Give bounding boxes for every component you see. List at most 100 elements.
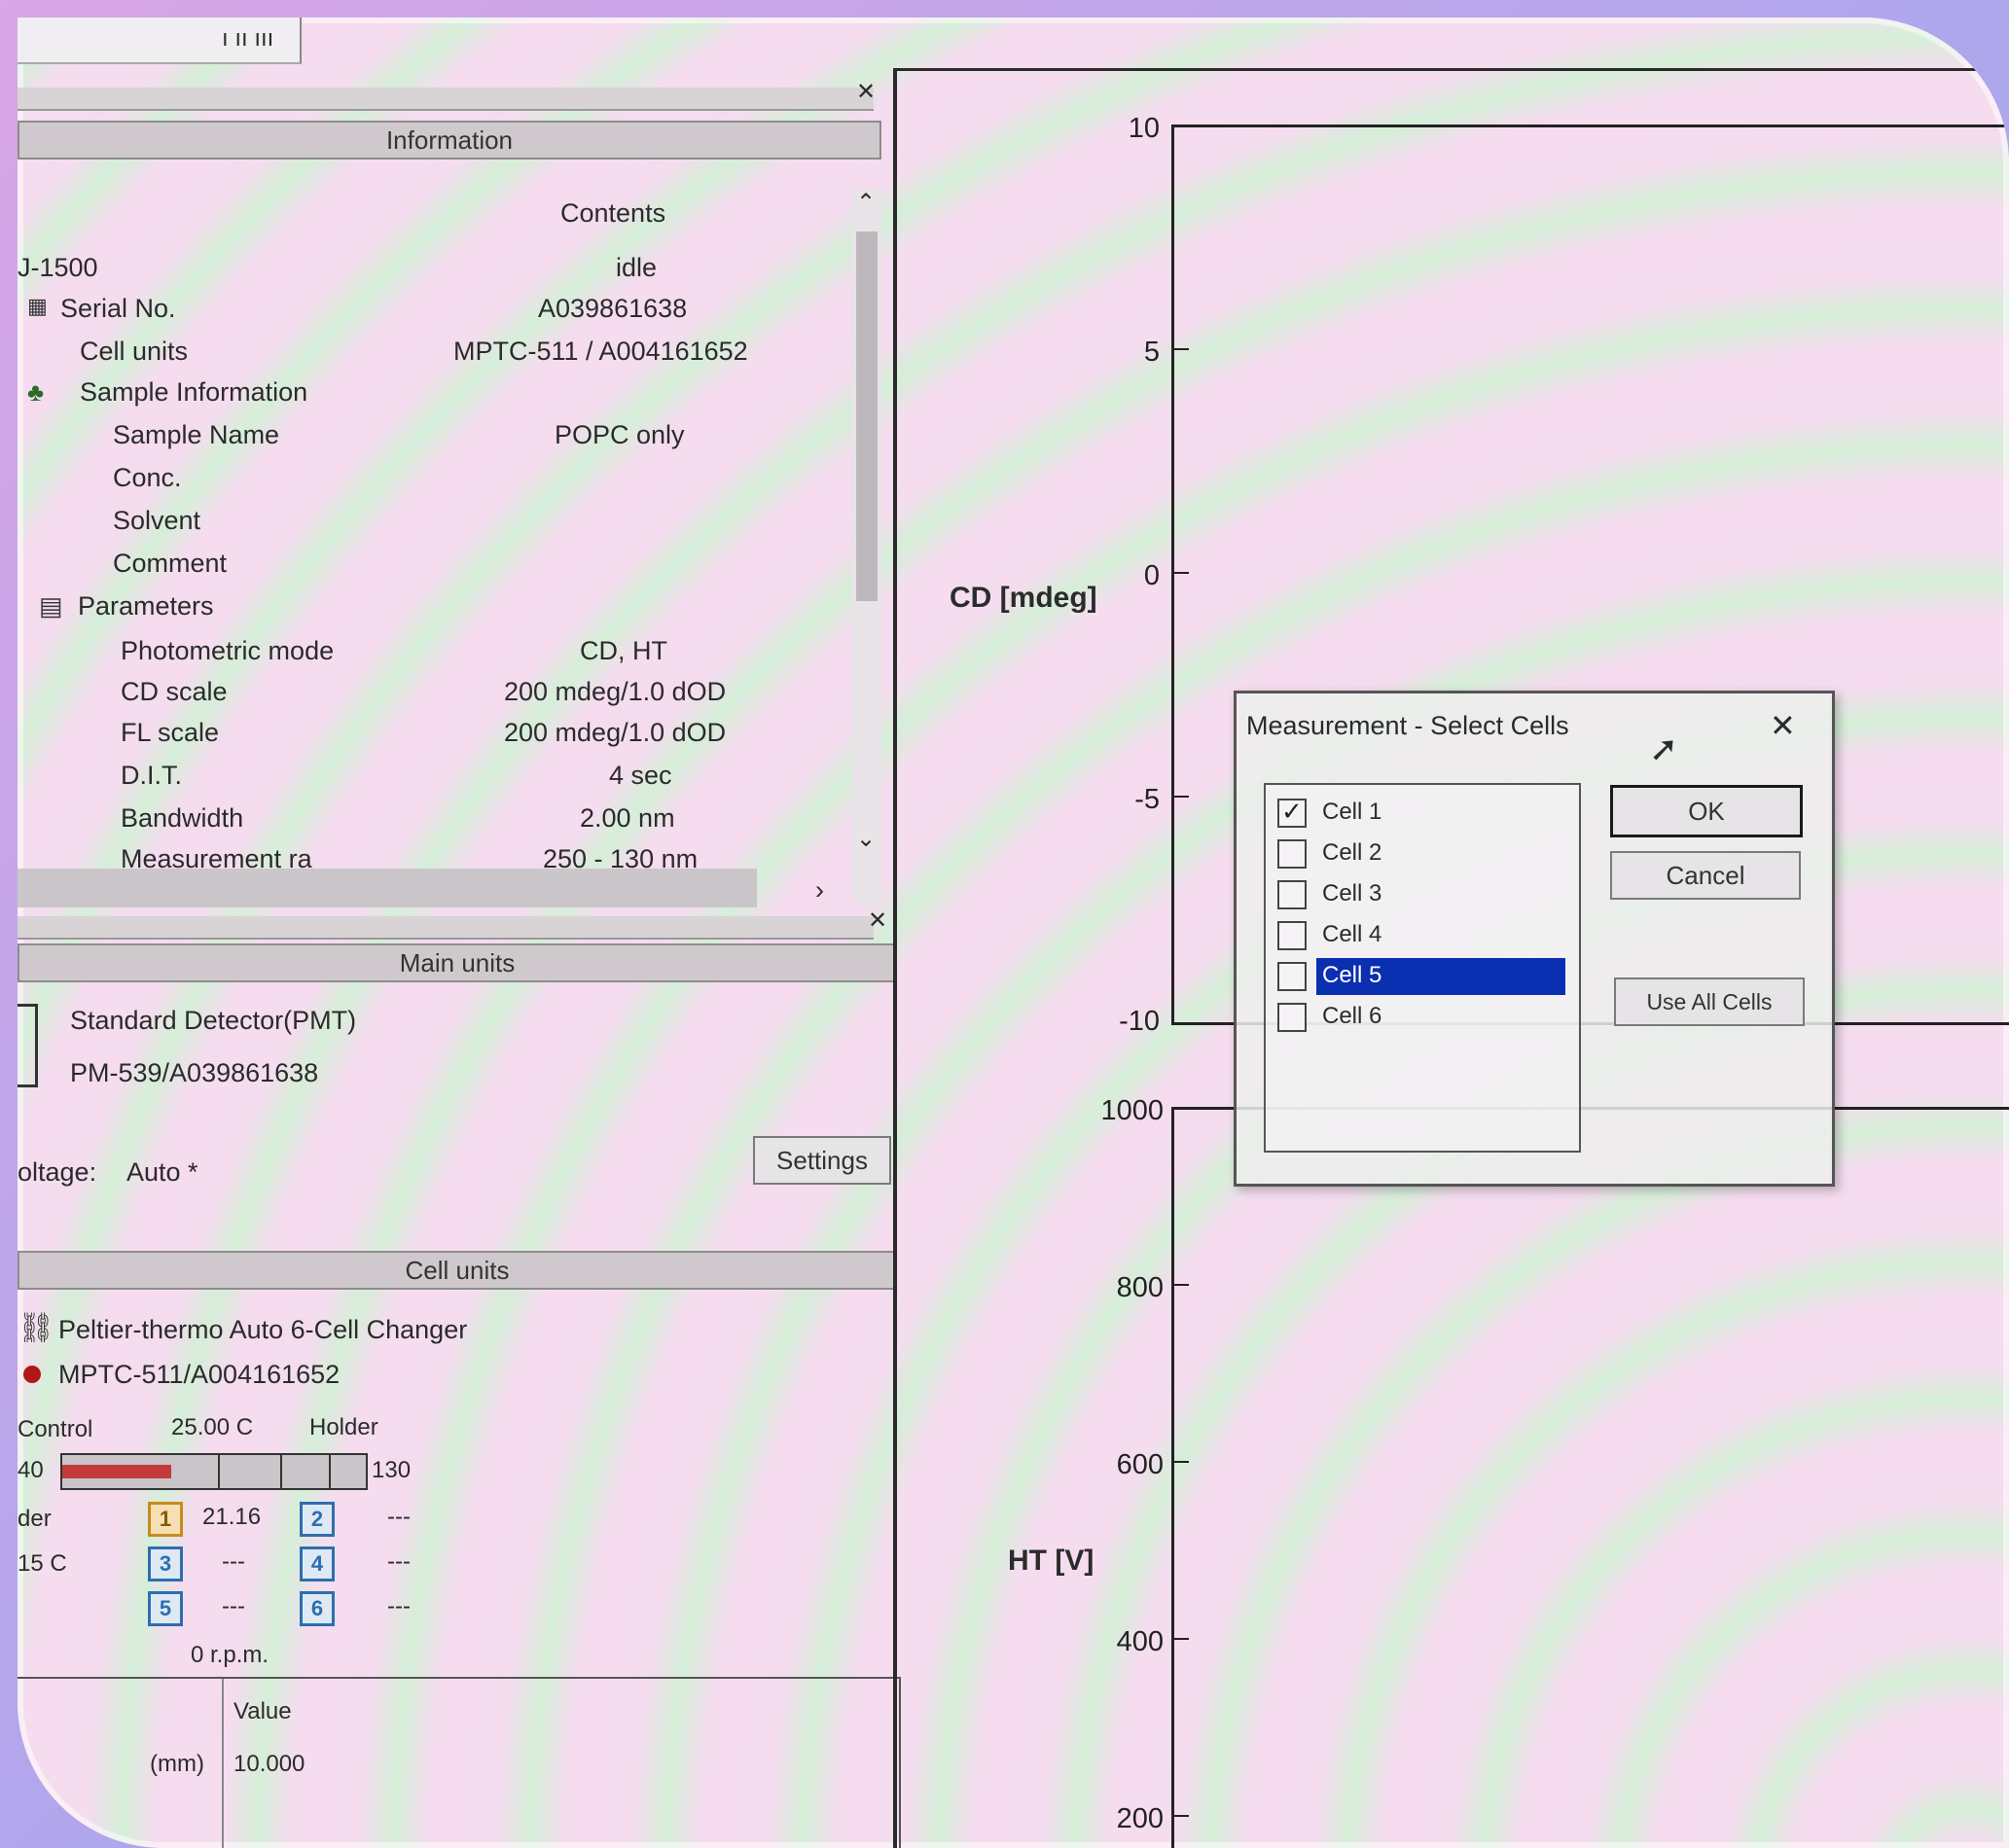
cell-holder-1[interactable]: 1: [148, 1502, 183, 1537]
rpm-label: 0 r.p.m.: [191, 1642, 269, 1668]
temperature-bar[interactable]: [60, 1453, 368, 1490]
info-row-label: CD scale: [121, 677, 228, 706]
cd-y-tick-label: 10: [1128, 113, 1160, 144]
cell-holder-value: 21.16: [202, 1504, 262, 1530]
voltage-label: oltage:: [18, 1157, 97, 1187]
cd-y-tick: [1173, 572, 1189, 574]
cell-holder-2[interactable]: 2: [300, 1502, 335, 1537]
cell-label: Cell 3: [1322, 880, 1382, 906]
ht-y-tick: [1173, 1461, 1189, 1463]
cell-list-item-selected[interactable]: Cell 5: [1274, 958, 1565, 995]
info-row-label: Solvent: [113, 506, 201, 535]
ht-y-tick-label: 1000: [1100, 1095, 1164, 1126]
settings-button[interactable]: Settings: [753, 1136, 891, 1185]
info-row-label: J-1500: [18, 253, 98, 282]
cell-checkbox[interactable]: [1277, 1003, 1307, 1032]
detector-icon: [18, 1004, 38, 1087]
cell-checkbox[interactable]: ✓: [1277, 797, 1307, 828]
info-row-value: 2.00 nm: [580, 803, 675, 833]
info-row-label: Bandwidth: [121, 803, 244, 833]
main-units-close-icon[interactable]: ✕: [868, 906, 887, 935]
cell-holder-5[interactable]: 5: [148, 1591, 183, 1626]
info-row-value: 4 sec: [609, 761, 672, 790]
toolbar-fragment: ı ıı ııı: [222, 25, 274, 52]
main-units-titlebar[interactable]: [18, 916, 874, 940]
scale-right: 130: [372, 1457, 412, 1483]
cell-unit-model: MPTC-511/A004161652: [58, 1360, 341, 1389]
info-row-value: A039861638: [538, 294, 688, 323]
info-rows: J-1500 idle ▦ Serial No. A039861638 Cell…: [18, 76, 874, 912]
cell-holder-value: ---: [387, 1548, 411, 1575]
cell-list-item[interactable]: ✓ Cell 1: [1274, 795, 1565, 832]
use-all-cells-button[interactable]: Use All Cells: [1614, 977, 1805, 1026]
ok-button[interactable]: OK: [1610, 785, 1803, 837]
info-row-label: Cell units: [80, 337, 189, 366]
cell-holder-4[interactable]: 4: [300, 1546, 335, 1581]
cell-units-header: Cell units: [18, 1251, 897, 1290]
bar-divider: [218, 1455, 220, 1488]
cell-holder-value: ---: [387, 1593, 411, 1619]
value-column-header: Value: [233, 1698, 292, 1724]
dialog-title: Measurement - Select Cells: [1246, 711, 1569, 740]
info-row-label: Measurement ra: [121, 844, 312, 873]
main-units-header: Main units: [18, 943, 897, 982]
info-row-value: 250 - 130 nm: [543, 844, 699, 873]
detector-model: PM-539/A039861638: [70, 1058, 319, 1087]
cell-holder-value: ---: [222, 1548, 245, 1575]
cell-holder-3[interactable]: 3: [148, 1546, 183, 1581]
cell-label: Cell 2: [1322, 839, 1382, 866]
cell-checkbox[interactable]: [1277, 880, 1307, 909]
voltage-value: Auto *: [126, 1157, 198, 1187]
cell-holder-6[interactable]: 6: [300, 1591, 335, 1626]
cell-checkbox[interactable]: [1277, 962, 1307, 991]
info-row-value: idle: [616, 253, 658, 282]
changer-icon: ⛓: [18, 1312, 55, 1344]
cell-checkbox[interactable]: [1277, 839, 1307, 869]
cell-list-item[interactable]: Cell 6: [1274, 999, 1565, 1036]
cell-label: Cell 4: [1322, 921, 1382, 947]
mouse-pointer-icon: ➚: [1649, 729, 1679, 768]
value-table-divider: [222, 1679, 224, 1848]
cell-label: Cell 6: [1322, 1003, 1382, 1029]
cd-y-tick-label: -10: [1119, 1006, 1160, 1037]
cell-checkbox[interactable]: [1277, 921, 1307, 950]
info-row-value: POPC only: [555, 420, 685, 449]
scale-left: 40: [18, 1457, 44, 1483]
sample-icon: ♣: [27, 377, 45, 407]
info-row-label: FL scale: [121, 718, 220, 747]
ht-y-axis-label: HT [V]: [1008, 1545, 1094, 1577]
select-cells-dialog: Measurement - Select Cells ✕ ➚ ✓ Cell 1 …: [1234, 691, 1835, 1187]
control-temp: 25.00 C: [171, 1414, 254, 1440]
parameters-icon: ▤: [39, 591, 63, 621]
info-row-label: Sample Information: [80, 377, 308, 407]
value-row-value: 10.000: [233, 1751, 305, 1777]
cell-holder-value: ---: [387, 1504, 411, 1530]
info-row-label: Serial No.: [60, 294, 176, 323]
bar-divider: [329, 1455, 331, 1488]
ht-plot-frame[interactable]: [1171, 1107, 2009, 1848]
chart-frame-top: [893, 68, 2009, 71]
info-row-label: Comment: [113, 549, 228, 578]
changer-name: Peltier-thermo Auto 6-Cell Changer: [58, 1315, 468, 1344]
cell-label: Cell 5: [1322, 962, 1382, 988]
cd-y-axis-label: CD [mdeg]: [950, 582, 1097, 614]
info-row-label: Parameters: [78, 591, 214, 621]
top-toolbar: ı ıı ııı: [18, 18, 302, 64]
close-icon[interactable]: ✕: [1770, 707, 1796, 744]
main-units-panel: ✕ Main units Standard Detector(PMT) PM-5…: [18, 907, 903, 1243]
cd-y-tick-label: 5: [1143, 337, 1160, 368]
cd-y-tick: [1173, 796, 1189, 798]
cell-list[interactable]: ✓ Cell 1 Cell 2 Cell 3 Cell 4 Cell 5 Cel…: [1264, 783, 1581, 1153]
cd-y-tick-label: -5: [1134, 784, 1160, 815]
checkmark-icon: ✓: [1281, 797, 1303, 826]
ht-y-tick-label: 600: [1116, 1449, 1164, 1480]
ht-y-tick: [1173, 1638, 1189, 1640]
cell-list-item[interactable]: Cell 3: [1274, 876, 1565, 913]
cell-list-item[interactable]: Cell 2: [1274, 835, 1565, 872]
cancel-button[interactable]: Cancel: [1610, 851, 1801, 900]
serial-icon: ▦: [27, 294, 48, 318]
control-label: Control: [18, 1416, 93, 1442]
cell-list-item[interactable]: Cell 4: [1274, 917, 1565, 954]
ht-y-tick-label: 800: [1116, 1272, 1164, 1303]
temp-label: 15 C: [18, 1550, 67, 1577]
